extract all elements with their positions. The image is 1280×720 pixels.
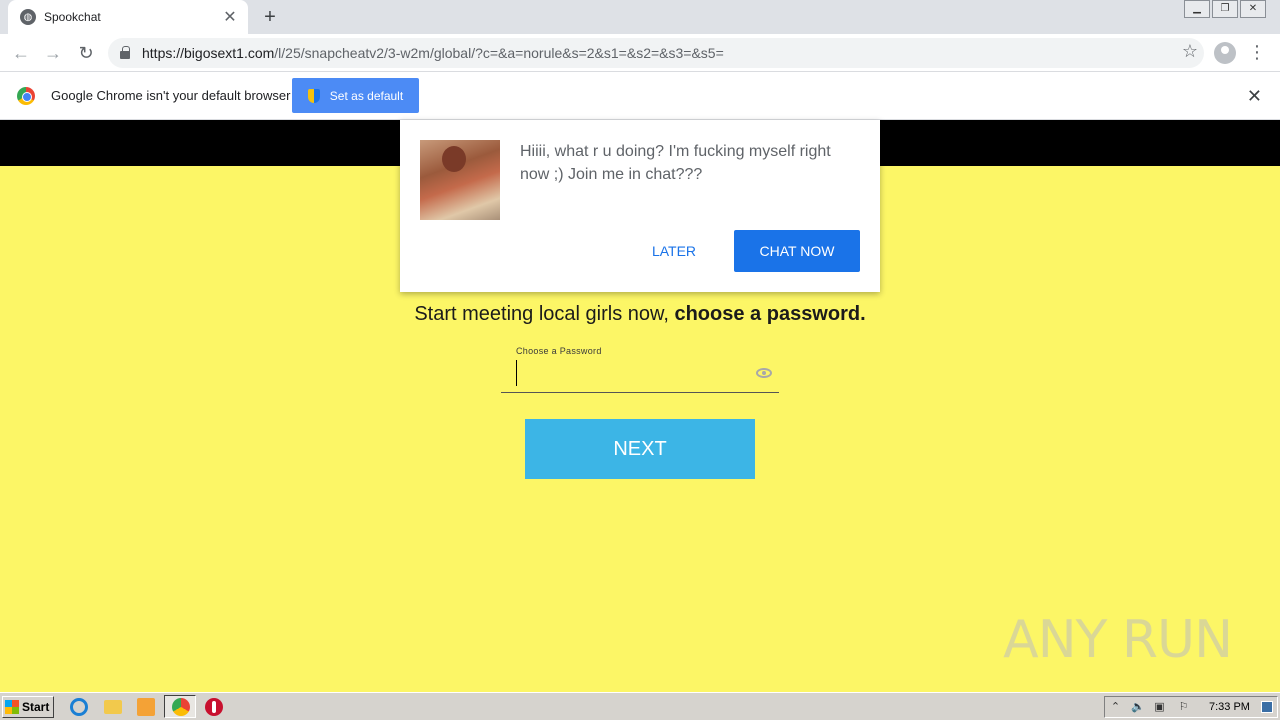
browser-toolbar: ← → ↻ https://bigosext1.com/l/25/snapche… [0, 34, 1280, 72]
window-controls: ▁ ❐ ✕ [1182, 0, 1266, 18]
flag-icon[interactable]: ⚐ [1177, 701, 1190, 714]
minimize-button[interactable]: ▁ [1184, 0, 1210, 18]
chrome-icon[interactable] [172, 698, 190, 716]
clock[interactable]: 7:33 PM [1209, 701, 1250, 713]
chat-popup: Hiiii, what r u doing? I'm fucking mysel… [400, 120, 880, 292]
tray-expand-icon[interactable]: ⌃ [1109, 701, 1122, 714]
url-text: https://bigosext1.com/l/25/snapcheatv2/3… [142, 45, 724, 61]
profile-icon[interactable] [1214, 42, 1236, 64]
eye-icon[interactable] [756, 368, 772, 378]
password-input[interactable] [501, 354, 779, 393]
watermark: ANY RUN [1003, 610, 1233, 670]
windows-taskbar: Start ⌃ 🔈 ▣ ⚐ 7:33 PM [0, 692, 1280, 720]
profile-photo [420, 140, 500, 220]
next-button[interactable]: NEXT [525, 419, 755, 479]
later-button[interactable]: LATER [632, 230, 716, 272]
menu-icon[interactable]: ⋮ [1248, 41, 1266, 63]
tab-title: Spookchat [44, 10, 101, 24]
start-label: Start [22, 700, 50, 714]
system-tray: ⌃ 🔈 ▣ ⚐ 7:33 PM [1104, 696, 1278, 718]
media-player-icon[interactable] [137, 698, 155, 716]
close-icon[interactable]: ✕ [222, 7, 238, 27]
show-desktop-icon[interactable] [1261, 701, 1273, 713]
page-headline: Start meeting local girls now, choose a … [414, 303, 866, 325]
restore-button[interactable]: ❐ [1212, 0, 1238, 18]
folder-icon[interactable] [104, 700, 122, 714]
new-tab-button[interactable]: + [258, 5, 282, 29]
popup-message: Hiiii, what r u doing? I'm fucking mysel… [520, 143, 831, 183]
lock-icon [120, 46, 130, 59]
default-browser-infobar: Google Chrome isn't your default browser… [0, 72, 1280, 120]
tab-strip: ◍ Spookchat ✕ + ▁ ❐ ✕ [0, 0, 1280, 34]
reload-button[interactable]: ↻ [75, 42, 97, 64]
start-button[interactable]: Start [2, 696, 54, 718]
browser-tab[interactable]: ◍ Spookchat ✕ [8, 0, 248, 34]
text-caret [516, 360, 517, 386]
windows-logo-icon [5, 700, 19, 714]
close-window-button[interactable]: ✕ [1240, 0, 1266, 18]
set-as-default-label: Set as default [329, 88, 404, 103]
back-button[interactable]: ← [10, 42, 32, 64]
globe-icon: ◍ [20, 9, 36, 25]
chat-now-button[interactable]: CHAT NOW [734, 230, 860, 272]
close-icon[interactable]: ✕ [1247, 86, 1262, 107]
forward-button[interactable]: → [42, 42, 64, 64]
star-icon[interactable]: ☆ [1182, 41, 1198, 62]
network-icon[interactable]: ▣ [1153, 701, 1166, 714]
set-as-default-button[interactable]: Set as default [292, 78, 419, 113]
chrome-logo-icon [17, 87, 35, 105]
ie-icon[interactable] [70, 698, 88, 716]
volume-icon[interactable]: 🔈 [1131, 701, 1145, 714]
infobar-message: Google Chrome isn't your default browser [51, 88, 291, 103]
shield-icon [307, 88, 320, 103]
opera-icon[interactable] [205, 698, 223, 716]
address-bar[interactable]: https://bigosext1.com/l/25/snapcheatv2/3… [108, 38, 1204, 68]
